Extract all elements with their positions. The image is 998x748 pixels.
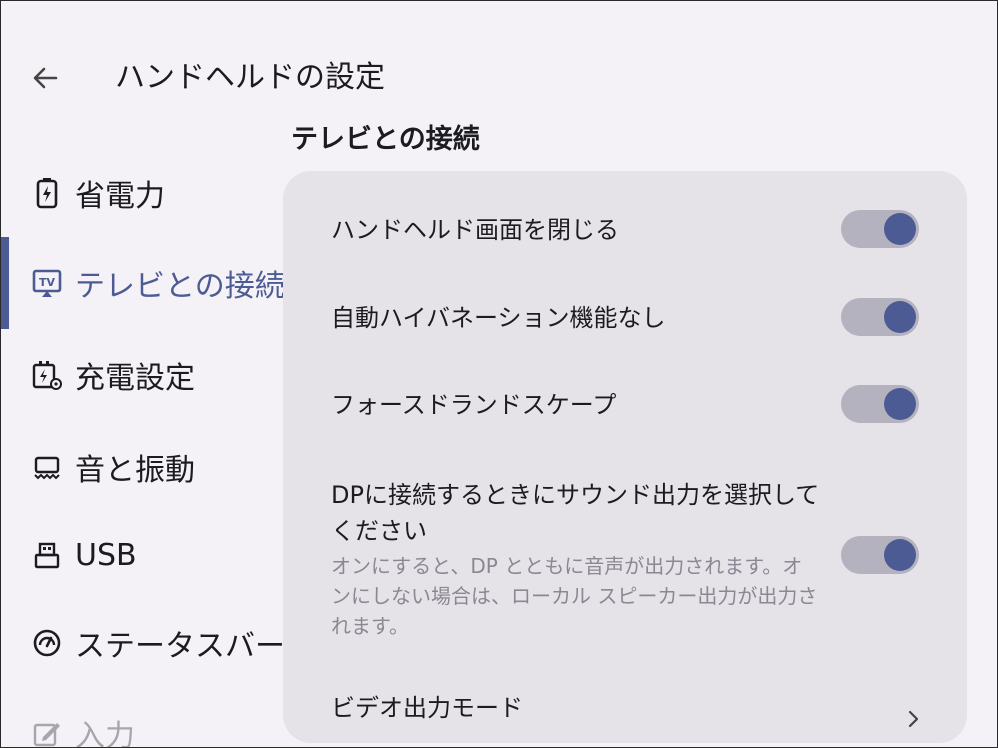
sidebar: 省電力 TV テレビとの接続 充電設定 音と振動 USB ステータスバー 入力 — [1, 151, 283, 748]
sidebar-item-label: 音と振動 — [75, 453, 195, 488]
tv-cast-icon: TV — [31, 267, 63, 299]
chevron-right-icon — [908, 710, 919, 728]
sound-vibration-icon — [31, 451, 63, 483]
sidebar-item-usb[interactable]: USB — [1, 525, 283, 585]
setting-label: ハンドヘルド画面を閉じる — [331, 216, 619, 244]
setting-label: ビデオ出力モード — [331, 694, 523, 722]
sidebar-item-label: 省電力 — [75, 179, 165, 214]
sidebar-item-label: USB — [75, 537, 137, 573]
svg-text:TV: TV — [39, 276, 56, 289]
sidebar-item-power-saving[interactable]: 省電力 — [1, 163, 283, 223]
charging-settings-icon — [31, 359, 63, 391]
setting-label: フォースドランドスケープ — [331, 391, 617, 419]
arrow-left-icon — [33, 67, 58, 89]
toggle-knob — [884, 539, 916, 571]
setting-no-auto-hibernation[interactable]: 自動ハイバネーション機能なし — [331, 301, 921, 335]
settings-screen: ハンドヘルドの設定 省電力 TV テレビとの接続 充電設定 音と振動 USB ス… — [0, 0, 998, 748]
sidebar-item-label: 入力 — [75, 719, 135, 748]
setting-forced-landscape[interactable]: フォースドランドスケープ — [331, 388, 921, 422]
usb-icon — [31, 539, 63, 571]
forced-landscape-toggle[interactable] — [841, 385, 919, 423]
sidebar-item-input[interactable]: 入力 — [1, 703, 283, 748]
sidebar-item-charging-settings[interactable]: 充電設定 — [1, 345, 283, 405]
close-handheld-screen-toggle[interactable] — [841, 210, 919, 248]
setting-close-handheld-screen[interactable]: ハンドヘルド画面を閉じる — [331, 213, 921, 247]
toggle-knob — [884, 301, 916, 333]
settings-card: ハンドヘルド画面を閉じる 自動ハイバネーション機能なし フォースドランドスケープ… — [283, 171, 967, 743]
sidebar-item-status-bar[interactable]: ステータスバー — [1, 613, 283, 673]
dp-sound-output-toggle[interactable] — [841, 536, 919, 574]
section-title: テレビとの接続 — [291, 124, 480, 155]
gauge-icon — [31, 627, 63, 659]
setting-label: DPに接続するときにサウンド出力を選択してください — [331, 481, 820, 545]
sidebar-item-label: ステータスバー — [75, 629, 283, 664]
toggle-knob — [884, 213, 916, 245]
toggle-knob — [884, 388, 916, 420]
back-button[interactable] — [23, 56, 67, 100]
setting-description: オンにすると、DP とともに音声が出力されます。オンにしない場合は、ローカル ス… — [331, 554, 818, 638]
setting-label: 自動ハイバネーション機能なし — [331, 304, 666, 332]
sidebar-item-label: 充電設定 — [75, 361, 195, 396]
sidebar-item-sound-vibration[interactable]: 音と振動 — [1, 437, 283, 497]
battery-bolt-icon — [31, 177, 63, 209]
edit-icon — [31, 717, 63, 747]
sidebar-item-tv-connection[interactable]: TV テレビとの接続 — [1, 253, 283, 313]
sidebar-item-label: テレビとの接続 — [75, 269, 283, 304]
setting-dp-sound-output[interactable]: DPに接続するときにサウンド出力を選択してください オンにすると、DP とともに… — [331, 477, 821, 641]
setting-video-output-mode[interactable]: ビデオ出力モード — [331, 691, 921, 725]
page-title: ハンドヘルドの設定 — [115, 60, 385, 95]
no-auto-hibernation-toggle[interactable] — [841, 298, 919, 336]
